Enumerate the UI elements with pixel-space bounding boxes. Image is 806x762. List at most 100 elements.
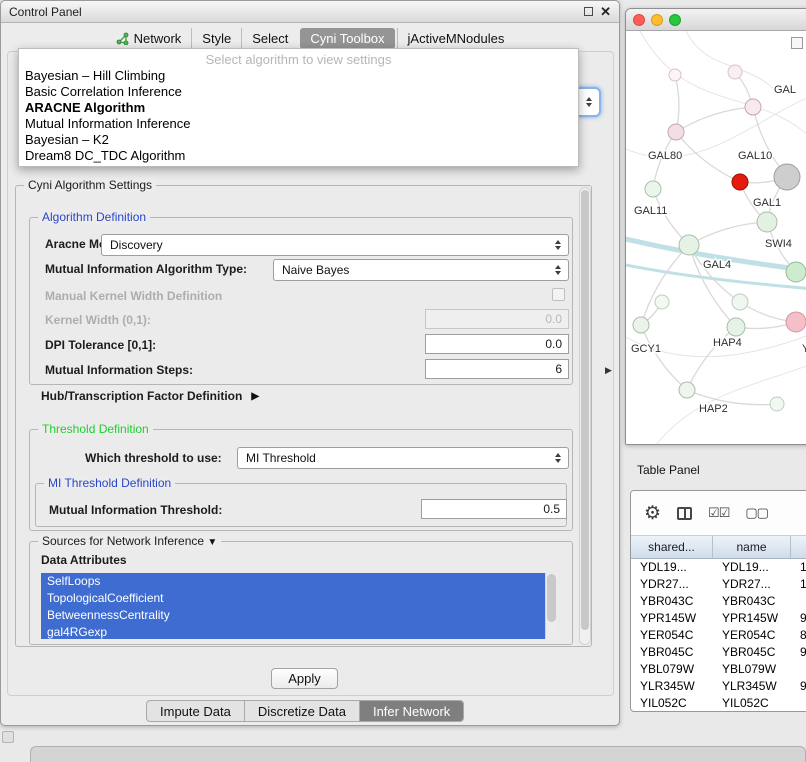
network-edge[interactable] <box>689 222 767 245</box>
algorithm-option-basic-correlation-inference[interactable]: Basic Correlation Inference <box>19 84 578 100</box>
float-window-icon[interactable] <box>584 7 593 16</box>
aracne-mode-combobox[interactable]: Discovery <box>101 234 569 256</box>
table-row[interactable]: YDR27...YDR27...12 <box>631 576 806 593</box>
tab-style[interactable]: Style <box>191 28 241 49</box>
network-node-hap4[interactable] <box>727 318 745 336</box>
algorithm-option-bayesian-hill-climbing[interactable]: Bayesian – Hill Climbing <box>19 68 578 84</box>
network-node[interactable] <box>728 65 742 79</box>
cell-value: 13 <box>791 559 806 576</box>
network-node[interactable] <box>786 312 806 332</box>
column-header-shared[interactable]: shared... <box>631 536 713 558</box>
control-panel-titlebar[interactable]: Control Panel ✕ <box>1 1 619 23</box>
gear-icon[interactable]: ⚙ <box>644 504 661 523</box>
scrollbar-thumb[interactable] <box>581 190 589 630</box>
network-node-gal[interactable] <box>745 99 761 115</box>
table-row[interactable]: YBR043CYBR043C <box>631 593 806 610</box>
close-traffic-light-icon[interactable] <box>633 14 645 26</box>
minimize-traffic-light-icon[interactable] <box>651 14 663 26</box>
mi-type-combobox[interactable]: Naive Bayes <box>273 259 569 281</box>
network-edge[interactable] <box>676 107 753 132</box>
network-node-gal10[interactable] <box>732 174 748 190</box>
tab-select[interactable]: Select <box>241 28 298 49</box>
birdseye-button[interactable] <box>791 37 803 49</box>
table-row[interactable]: YBR045CYBR045C9. <box>631 644 806 661</box>
tab-discretize-data[interactable]: Discretize Data <box>244 701 359 721</box>
algorithm-option-bayesian-k2[interactable]: Bayesian – K2 <box>19 132 578 148</box>
hub-section-toggle[interactable]: Hub/Transcription Factor Definition ▶ <box>41 389 259 403</box>
deselect-all-columns-icon[interactable]: ▢▢ <box>745 505 768 521</box>
threshold-definition-title: Threshold Definition <box>38 422 153 436</box>
cell-shared-name: YPR145W <box>631 610 713 627</box>
network-node-gcy1[interactable] <box>633 317 649 333</box>
expanded-arrow-icon[interactable]: ▼ <box>207 537 217 548</box>
network-canvas[interactable]: GALGAL80GAL10GAL11GAL1SWI4GAL4GCY1HAP4YH… <box>626 31 806 445</box>
attribute-item-betweennesscentrality[interactable]: BetweennessCentrality <box>41 607 545 624</box>
table-row[interactable]: YER054CYER054C8. <box>631 627 806 644</box>
network-window-titlebar[interactable] <box>626 9 806 31</box>
zoom-traffic-light-icon[interactable] <box>669 14 681 26</box>
columns-icon[interactable] <box>677 507 692 520</box>
algorithm-option-dream8-dc-tdc-algorithm[interactable]: Dream8 DC_TDC Algorithm <box>19 148 578 164</box>
attribute-list-scrollbar[interactable] <box>545 573 557 639</box>
which-threshold-combobox[interactable]: MI Threshold <box>237 447 569 469</box>
cell-name: YBR043C <box>713 593 791 610</box>
aracne-mode-value: Discovery <box>110 238 163 252</box>
network-node[interactable] <box>669 69 681 81</box>
collapsed-arrow-icon[interactable]: ▶ <box>251 391 259 402</box>
tab-network[interactable]: Network <box>106 28 192 49</box>
network-node-gal4[interactable] <box>679 235 699 255</box>
table-panel-window: ⚙ ☑☑ ▢▢ shared...name YDL19...YDL19...13… <box>630 490 806 712</box>
column-header-2[interactable] <box>791 536 806 558</box>
attribute-item-topologicalcoefficient[interactable]: TopologicalCoefficient <box>41 590 545 607</box>
network-edge <box>626 95 806 157</box>
network-node-gal1[interactable] <box>757 212 777 232</box>
panel-resize-arrow-icon[interactable]: ▶ <box>605 365 612 376</box>
cell-shared-name: YBR043C <box>631 593 713 610</box>
tab-jactivemnodules[interactable]: jActiveMNodules <box>397 28 515 49</box>
manual-kernel-checkbox[interactable] <box>552 288 565 301</box>
network-node-gal11[interactable] <box>645 181 661 197</box>
kernel-width-label: Kernel Width (0,1): <box>45 313 151 327</box>
column-header-name[interactable]: name <box>713 536 791 558</box>
network-node-gal80[interactable] <box>668 124 684 140</box>
dpi-tolerance-field[interactable]: 0.0 <box>425 334 569 354</box>
data-attributes-label: Data Attributes <box>41 553 127 567</box>
network-edge[interactable] <box>641 245 689 325</box>
table-row[interactable]: YBL079WYBL079W <box>631 661 806 678</box>
tab-impute-data[interactable]: Impute Data <box>147 701 244 721</box>
tab-cyni-toolbox[interactable]: Cyni Toolbox <box>300 28 394 49</box>
apply-button[interactable]: Apply <box>271 668 338 689</box>
network-node[interactable] <box>655 295 669 309</box>
attribute-list[interactable]: SelfLoopsTopologicalCoefficientBetweenne… <box>41 573 557 639</box>
mi-threshold-field[interactable]: 0.5 <box>421 499 567 519</box>
network-edge[interactable] <box>641 325 687 390</box>
network-node-swi4[interactable] <box>786 262 806 282</box>
attribute-item-gal4rgexp[interactable]: gal4RGexp <box>41 624 545 639</box>
network-node[interactable] <box>732 294 748 310</box>
table-row[interactable]: YPR145WYPR145W9. <box>631 610 806 627</box>
network-node[interactable] <box>770 397 784 411</box>
table-row[interactable]: YDL19...YDL19...13 <box>631 559 806 576</box>
select-all-columns-icon[interactable]: ☑☑ <box>708 505 729 521</box>
cyni-mode-tabs: Impute DataDiscretize DataInfer Network <box>146 700 464 722</box>
node-label-hap4: HAP4 <box>713 337 742 349</box>
network-node-hap2[interactable] <box>679 382 695 398</box>
mi-threshold-label: Mutual Information Threshold: <box>49 503 222 517</box>
scrollbar-thumb[interactable] <box>547 574 556 622</box>
which-threshold-label: Which threshold to use: <box>85 451 222 465</box>
sources-group-title[interactable]: Sources for Network Inference ▼ <box>38 534 221 550</box>
network-edge[interactable] <box>675 75 679 132</box>
table-row[interactable]: YLR345WYLR345W9. <box>631 678 806 695</box>
tab-infer-network[interactable]: Infer Network <box>359 701 463 721</box>
mi-type-label: Mutual Information Algorithm Type: <box>45 262 247 276</box>
network-node[interactable] <box>774 164 800 190</box>
settings-scrollbar[interactable] <box>579 187 591 645</box>
algorithm-option-aracne-algorithm[interactable]: ARACNE Algorithm <box>19 100 578 116</box>
algorithm-option-mutual-information-inference[interactable]: Mutual Information Inference <box>19 116 578 132</box>
attribute-item-selfloops[interactable]: SelfLoops <box>41 573 545 590</box>
close-window-icon[interactable]: ✕ <box>600 6 611 18</box>
table-row[interactable]: YIL052CYIL052C <box>631 695 806 712</box>
window-title: Control Panel <box>9 5 82 19</box>
mi-steps-field[interactable]: 6 <box>425 359 569 379</box>
network-edge <box>686 31 776 91</box>
